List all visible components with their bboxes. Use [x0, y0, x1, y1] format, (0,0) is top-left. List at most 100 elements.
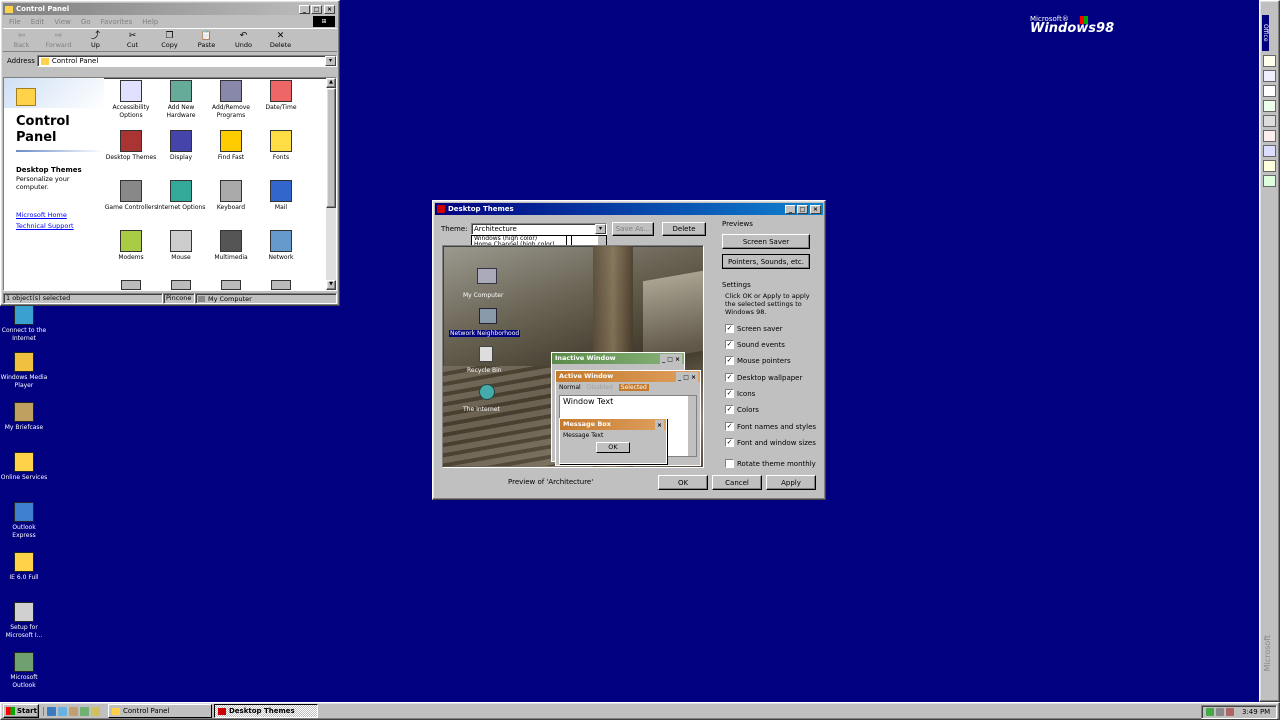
- checkbox-box[interactable]: ✓: [725, 356, 734, 365]
- apply-button[interactable]: Apply: [766, 475, 816, 490]
- desktop-icon[interactable]: Microsoft Outlook: [0, 652, 48, 690]
- menu-item[interactable]: Edit: [31, 18, 45, 26]
- control-panel-item[interactable]: Add/Remove Programs: [204, 80, 258, 120]
- minimize-button[interactable]: _: [785, 204, 796, 214]
- start-button[interactable]: Start: [3, 704, 39, 718]
- clock[interactable]: 3:49 PM: [1242, 708, 1270, 716]
- chevron-down-icon[interactable]: ▾: [595, 224, 606, 234]
- control-panel-item[interactable]: Internet Options: [154, 180, 208, 212]
- desktop-icon[interactable]: My Briefcase: [0, 402, 48, 432]
- setting-checkbox[interactable]: ✓ Sound events: [725, 340, 785, 349]
- checkbox-box[interactable]: ✓: [725, 438, 734, 447]
- volume-tray-icon[interactable]: [1216, 708, 1224, 716]
- control-panel-item[interactable]: Add New Hardware: [154, 80, 208, 120]
- maximize-button[interactable]: □: [311, 4, 322, 14]
- checkbox-box[interactable]: ✓: [725, 324, 734, 333]
- microsoft-home-link[interactable]: Microsoft Home: [16, 211, 67, 219]
- theme-select[interactable]: Architecture ▾: [471, 223, 607, 235]
- setting-checkbox[interactable]: ✓ Mouse pointers: [725, 356, 791, 365]
- menu-item[interactable]: Go: [81, 18, 91, 26]
- outlook-express-icon[interactable]: [58, 706, 67, 716]
- scheduler-tray-icon[interactable]: [1226, 708, 1234, 716]
- applet-icon[interactable]: [271, 280, 291, 290]
- scroll-down-button[interactable]: ▼: [326, 280, 336, 290]
- control-panel-titlebar[interactable]: Control Panel _ □ ×: [3, 3, 337, 15]
- menu-item[interactable]: View: [54, 18, 71, 26]
- control-panel-item[interactable]: Network: [254, 230, 308, 262]
- technical-support-link[interactable]: Technical Support: [16, 222, 74, 230]
- address-field[interactable]: Control Panel ▾: [36, 55, 337, 67]
- rotate-theme-checkbox[interactable]: Rotate theme monthly: [725, 459, 816, 468]
- applet-icon[interactable]: [171, 280, 191, 290]
- copy-button[interactable]: ❐ Copy: [151, 31, 188, 51]
- office-app-icon[interactable]: [1263, 115, 1276, 127]
- maximize-button[interactable]: □: [797, 204, 808, 214]
- setting-checkbox[interactable]: ✓ Font and window sizes: [725, 438, 816, 447]
- setting-checkbox[interactable]: ✓ Desktop wallpaper: [725, 373, 802, 382]
- menu-item[interactable]: Favorites: [101, 18, 133, 26]
- paste-button[interactable]: 📋 Paste: [188, 31, 225, 51]
- dialog-titlebar[interactable]: Desktop Themes _ □ ×: [435, 203, 823, 215]
- control-panel-item[interactable]: Date/Time: [254, 80, 308, 112]
- minimize-button[interactable]: _: [299, 4, 310, 14]
- office-app-icon[interactable]: [1263, 100, 1276, 112]
- scroll-thumb[interactable]: [326, 88, 336, 208]
- setting-checkbox[interactable]: ✓ Icons: [725, 389, 755, 398]
- control-panel-item[interactable]: Game Controllers: [104, 180, 158, 212]
- office-bar-title[interactable]: Office: [1262, 15, 1269, 51]
- office-app-icon[interactable]: [1263, 70, 1276, 82]
- control-panel-item[interactable]: Modems: [104, 230, 158, 262]
- delete-button[interactable]: Delete: [662, 222, 706, 236]
- taskbar-button[interactable]: Control Panel: [108, 704, 212, 718]
- screen-saver-button[interactable]: Screen Saver: [722, 234, 810, 249]
- control-panel-item[interactable]: Fonts: [254, 130, 308, 162]
- desktop-icon[interactable]: IE 6.0 Full: [0, 552, 48, 582]
- checkbox-box[interactable]: ✓: [725, 389, 734, 398]
- control-panel-item[interactable]: Display: [154, 130, 208, 162]
- close-button[interactable]: ×: [810, 204, 821, 214]
- checkbox-box[interactable]: ✓: [725, 405, 734, 414]
- office-app-icon[interactable]: [1263, 55, 1276, 67]
- network-tray-icon[interactable]: [1206, 708, 1214, 716]
- setting-checkbox[interactable]: ✓ Screen saver: [725, 324, 783, 333]
- scroll-up-button[interactable]: ▲: [326, 78, 336, 88]
- control-panel-item[interactable]: Mouse: [154, 230, 208, 262]
- desktop-icon[interactable]: Setup for Microsoft I...: [0, 602, 48, 640]
- show-desktop-icon[interactable]: [69, 706, 78, 716]
- channels-icon[interactable]: [80, 706, 89, 716]
- menu-item[interactable]: File: [9, 18, 21, 26]
- vertical-scrollbar[interactable]: ▲ ▼: [326, 78, 336, 290]
- desktop-icon[interactable]: Windows Media Player: [0, 352, 48, 390]
- cut-button[interactable]: ✂ Cut: [114, 31, 151, 51]
- close-button[interactable]: ×: [324, 4, 335, 14]
- applet-icon[interactable]: [121, 280, 141, 290]
- ie-icon[interactable]: [47, 706, 56, 716]
- taskbar-button[interactable]: Desktop Themes: [214, 704, 318, 718]
- control-panel-item[interactable]: Find Fast: [204, 130, 258, 162]
- checkbox-box[interactable]: ✓: [725, 340, 734, 349]
- applet-icon[interactable]: [221, 280, 241, 290]
- office-app-icon[interactable]: [1263, 130, 1276, 142]
- office-app-icon[interactable]: [1263, 160, 1276, 172]
- checkbox-box[interactable]: ✓: [725, 422, 734, 431]
- delete-button[interactable]: ✕ Delete: [262, 31, 299, 51]
- pointers-sounds-button[interactable]: Pointers, Sounds, etc.: [722, 254, 810, 269]
- control-panel-item[interactable]: Multimedia: [204, 230, 258, 262]
- undo-button[interactable]: ↶ Undo: [225, 31, 262, 51]
- save-as-button[interactable]: Save As...: [612, 222, 654, 236]
- up-button[interactable]: ⤴ Up: [77, 31, 114, 51]
- control-panel-item[interactable]: Mail: [254, 180, 308, 212]
- cancel-button[interactable]: Cancel: [712, 475, 762, 490]
- checkbox-box[interactable]: ✓: [725, 373, 734, 382]
- desktop-icon[interactable]: Online Services: [0, 452, 48, 482]
- media-icon[interactable]: [91, 706, 100, 716]
- chevron-down-icon[interactable]: ▾: [325, 56, 336, 66]
- control-panel-item[interactable]: Accessibility Options: [104, 80, 158, 120]
- checkbox-box[interactable]: [725, 459, 734, 468]
- setting-checkbox[interactable]: ✓ Colors: [725, 405, 759, 414]
- office-app-icon[interactable]: [1263, 85, 1276, 97]
- control-panel-item[interactable]: Desktop Themes: [104, 130, 158, 162]
- back-button[interactable]: ⇦ Back: [3, 31, 40, 51]
- desktop-icon[interactable]: Outlook Express: [0, 502, 48, 540]
- office-app-icon[interactable]: [1263, 175, 1276, 187]
